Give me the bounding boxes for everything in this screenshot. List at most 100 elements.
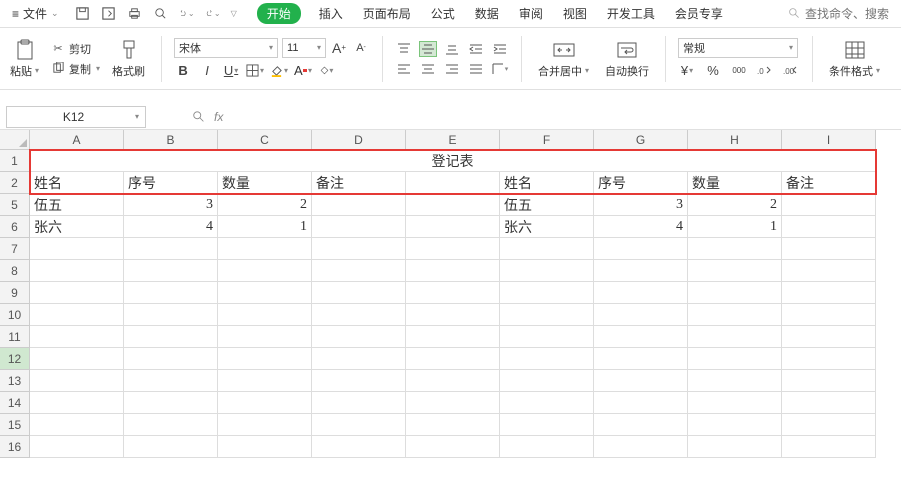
cell[interactable]	[688, 282, 782, 304]
tab-view[interactable]: 视图	[561, 3, 589, 24]
select-all-corner[interactable]	[0, 130, 30, 150]
cell[interactable]	[406, 172, 500, 194]
cell[interactable]	[782, 414, 876, 436]
cell[interactable]: 2	[218, 194, 312, 216]
cell[interactable]	[312, 260, 406, 282]
name-box[interactable]: K12 ▾	[6, 106, 146, 128]
cell[interactable]	[30, 348, 124, 370]
cell[interactable]	[312, 370, 406, 392]
col-head-G[interactable]: G	[594, 130, 688, 150]
search-box[interactable]	[788, 7, 895, 21]
align-middle-icon[interactable]	[419, 41, 437, 57]
row-head[interactable]: 5	[0, 194, 30, 216]
tab-start[interactable]: 开始	[257, 3, 301, 24]
copy-button[interactable]: 复制▾	[51, 61, 100, 77]
cell[interactable]	[500, 414, 594, 436]
col-head-B[interactable]: B	[124, 130, 218, 150]
fx-icon[interactable]: fx	[214, 110, 223, 124]
cell[interactable]	[124, 392, 218, 414]
cell[interactable]	[312, 392, 406, 414]
cell[interactable]	[124, 436, 218, 458]
cell[interactable]	[124, 238, 218, 260]
cut-button[interactable]: ✂剪切	[51, 41, 100, 57]
cell[interactable]	[124, 414, 218, 436]
save-icon[interactable]	[75, 6, 91, 22]
cell[interactable]: 4	[124, 216, 218, 238]
cell[interactable]	[406, 282, 500, 304]
row-head[interactable]: 10	[0, 304, 30, 326]
paste-button[interactable]: 粘贴▾	[6, 37, 43, 81]
comma-icon[interactable]: 000	[730, 62, 748, 80]
orientation-icon[interactable]: ▾	[491, 61, 509, 77]
cell[interactable]	[782, 260, 876, 282]
cell[interactable]	[688, 304, 782, 326]
tab-insert[interactable]: 插入	[317, 3, 345, 24]
increase-indent-icon[interactable]	[491, 41, 509, 57]
qat-customize[interactable]: ▽	[231, 9, 237, 18]
cell[interactable]: 3	[594, 194, 688, 216]
cell[interactable]: 1	[218, 216, 312, 238]
italic-button[interactable]: I	[198, 62, 216, 80]
cell[interactable]: 备注	[782, 172, 876, 194]
cell[interactable]	[218, 348, 312, 370]
wrap-text-button[interactable]: 自动换行	[601, 37, 653, 81]
cell[interactable]	[782, 436, 876, 458]
cell[interactable]	[312, 304, 406, 326]
cell[interactable]	[30, 436, 124, 458]
cell[interactable]	[406, 414, 500, 436]
row-head[interactable]: 6	[0, 216, 30, 238]
cell[interactable]	[30, 370, 124, 392]
cell[interactable]	[500, 392, 594, 414]
cell[interactable]	[594, 414, 688, 436]
conditional-format-button[interactable]: 条件格式▾	[825, 37, 884, 81]
cell[interactable]	[30, 260, 124, 282]
phonetic-button[interactable]: ◇▾	[318, 62, 336, 80]
cell[interactable]	[124, 326, 218, 348]
percent-icon[interactable]: %	[704, 62, 722, 80]
cell[interactable]	[312, 194, 406, 216]
font-name-select[interactable]: 宋体▾	[174, 38, 278, 58]
fx-search-icon[interactable]	[192, 110, 206, 124]
cell[interactable]	[782, 348, 876, 370]
row-head[interactable]: 15	[0, 414, 30, 436]
tab-pagelayout[interactable]: 页面布局	[361, 3, 413, 24]
print-icon[interactable]	[127, 6, 143, 22]
decrease-indent-icon[interactable]	[467, 41, 485, 57]
decrease-decimal-icon[interactable]: .00	[782, 62, 800, 80]
cell[interactable]	[688, 260, 782, 282]
cell[interactable]	[124, 348, 218, 370]
col-head-C[interactable]: C	[218, 130, 312, 150]
row-head[interactable]: 9	[0, 282, 30, 304]
row-head[interactable]: 1	[0, 150, 30, 172]
cell[interactable]	[218, 414, 312, 436]
cell[interactable]	[500, 238, 594, 260]
cell[interactable]: 2	[688, 194, 782, 216]
cell[interactable]	[500, 348, 594, 370]
cell[interactable]	[688, 348, 782, 370]
cell[interactable]	[406, 260, 500, 282]
cell[interactable]	[688, 392, 782, 414]
cell[interactable]	[218, 370, 312, 392]
fill-color-button[interactable]: ▾	[270, 62, 288, 80]
cell[interactable]: 1	[688, 216, 782, 238]
cell[interactable]	[218, 392, 312, 414]
col-head-H[interactable]: H	[688, 130, 782, 150]
cell[interactable]	[594, 436, 688, 458]
cell[interactable]: 姓名	[500, 172, 594, 194]
cell[interactable]: 张六	[500, 216, 594, 238]
cell[interactable]	[782, 238, 876, 260]
align-right-icon[interactable]	[443, 61, 461, 77]
cell[interactable]: 序号	[594, 172, 688, 194]
cell[interactable]: 登记表	[30, 150, 876, 172]
formula-input[interactable]	[231, 107, 731, 127]
cell[interactable]	[782, 216, 876, 238]
cell[interactable]	[594, 370, 688, 392]
cell[interactable]	[594, 238, 688, 260]
cell[interactable]	[688, 370, 782, 392]
cell[interactable]: 伍五	[500, 194, 594, 216]
cell[interactable]: 张六	[30, 216, 124, 238]
row-head[interactable]: 11	[0, 326, 30, 348]
cell[interactable]	[782, 282, 876, 304]
cell[interactable]	[312, 282, 406, 304]
cell[interactable]	[124, 304, 218, 326]
